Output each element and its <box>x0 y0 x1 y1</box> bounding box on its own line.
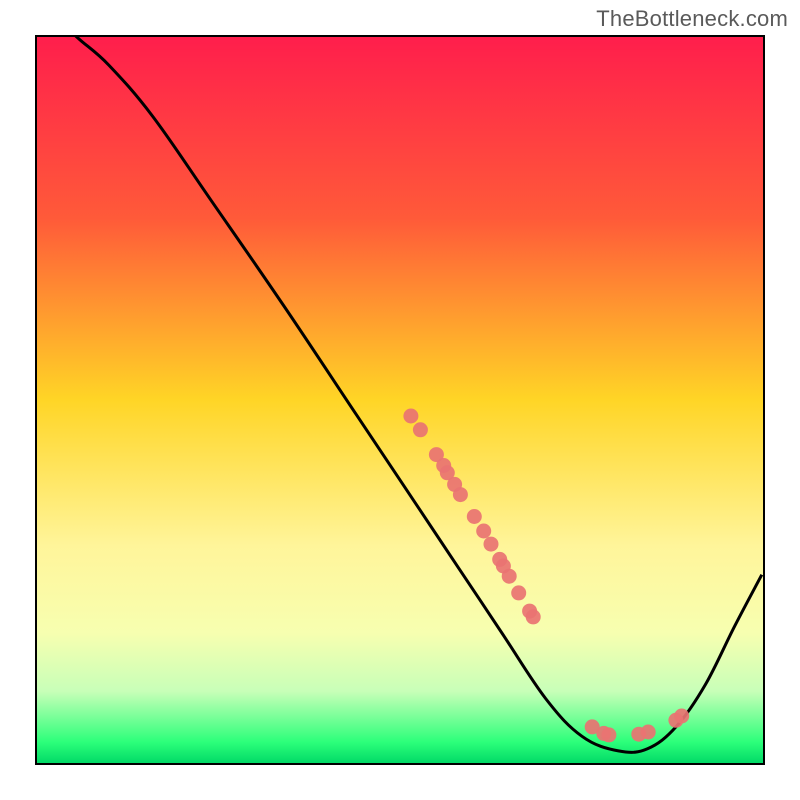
data-point <box>467 509 482 524</box>
data-point <box>674 709 689 724</box>
data-point <box>413 422 428 437</box>
data-point <box>453 487 468 502</box>
data-point <box>484 537 499 552</box>
data-point <box>641 725 656 740</box>
data-point <box>502 569 517 584</box>
data-point <box>601 727 616 742</box>
data-point <box>526 609 541 624</box>
gradient-background <box>36 36 764 764</box>
data-point <box>403 409 418 424</box>
bottleneck-chart <box>0 0 800 800</box>
data-point <box>511 585 526 600</box>
chart-frame: TheBottleneck.com <box>0 0 800 800</box>
attribution-label: TheBottleneck.com <box>596 6 788 32</box>
data-point <box>476 524 491 539</box>
